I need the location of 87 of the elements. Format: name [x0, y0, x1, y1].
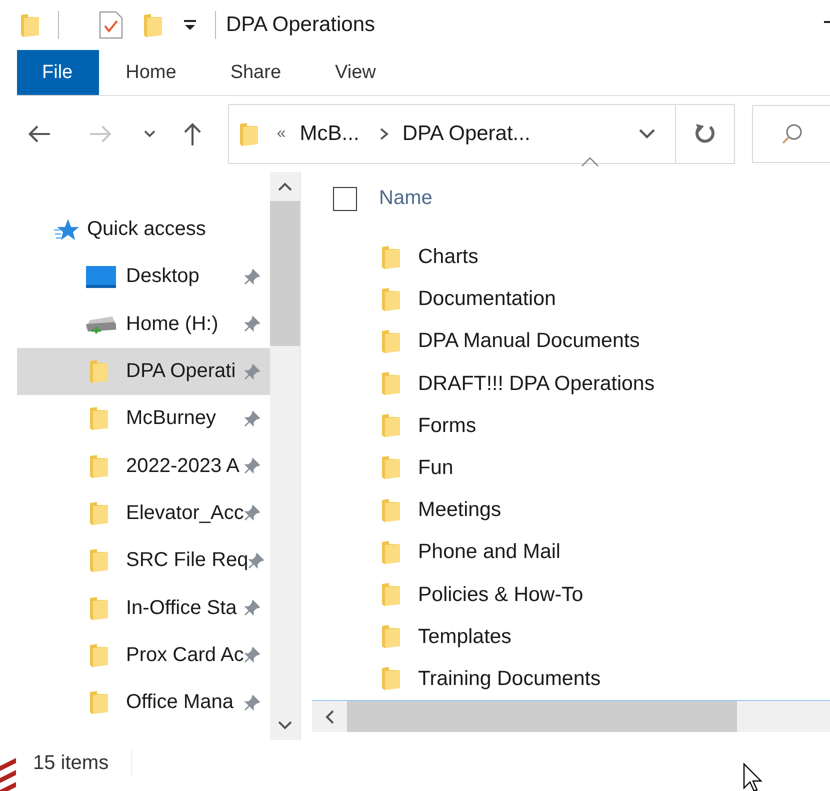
column-header[interactable]: Name — [379, 187, 432, 210]
folder-icon — [89, 500, 109, 526]
search-icon — [781, 123, 804, 145]
folder-icon — [89, 596, 109, 621]
star-icon — [53, 218, 79, 242]
scrollbar-thumb[interactable] — [347, 701, 737, 732]
pin-icon[interactable] — [244, 316, 260, 332]
scroll-left-icon[interactable] — [325, 710, 334, 724]
search-field[interactable] — [752, 105, 830, 163]
refresh-button[interactable] — [676, 104, 736, 164]
folder-icon — [381, 413, 401, 438]
dropdown-icon[interactable] — [183, 18, 197, 32]
pin-icon[interactable] — [244, 694, 260, 711]
desktop-icon — [86, 266, 116, 288]
file-name[interactable]: Meetings — [418, 498, 502, 522]
navigation-item[interactable]: Elevator_Acc — [17, 490, 270, 538]
up-arrow-icon[interactable] — [182, 121, 202, 147]
folder-icon[interactable] — [143, 12, 163, 38]
breadcrumb[interactable]: DPA Operat... — [402, 122, 530, 146]
ribbon-tab[interactable]: Home — [98, 50, 204, 95]
folder-icon — [89, 454, 109, 479]
folder-icon — [381, 666, 401, 692]
network-drive-icon — [86, 314, 116, 334]
pin-icon[interactable] — [244, 505, 260, 522]
chevron-down-icon[interactable] — [144, 130, 156, 138]
navigation-item[interactable]: Prox Card Ac — [17, 632, 270, 679]
folder-icon — [89, 406, 109, 432]
file-name[interactable]: Templates — [418, 624, 512, 649]
forward-arrow-icon[interactable] — [88, 124, 112, 144]
pin-icon[interactable] — [248, 552, 264, 569]
file-name[interactable]: Fun — [418, 456, 454, 480]
pin-icon[interactable] — [244, 600, 260, 616]
select-all-checkbox[interactable] — [333, 186, 357, 211]
navigation-item[interactable]: 2022-2023 A — [17, 442, 270, 490]
file-name[interactable]: Documentation — [418, 287, 556, 312]
pin-icon[interactable] — [244, 410, 260, 427]
folder-icon — [381, 328, 401, 354]
navigation-item[interactable]: Home (H:) — [17, 300, 270, 348]
folder-icon — [381, 540, 401, 565]
folder-icon — [381, 498, 401, 523]
ribbon-tab[interactable]: Share — [203, 50, 308, 95]
file-name[interactable]: Forms — [418, 414, 476, 438]
file-name[interactable]: Policies & How-To — [418, 582, 584, 607]
address-bar[interactable]: « McB... DPA Operat... — [228, 104, 676, 164]
pin-icon[interactable] — [244, 364, 260, 380]
navigation-item[interactable]: Office Mana — [17, 678, 270, 726]
breadcrumb[interactable]: McB... — [300, 122, 360, 146]
window-title: DPA Operations — [226, 13, 376, 37]
file-name[interactable]: Phone and Mail — [418, 540, 560, 564]
folder-icon[interactable] — [20, 12, 40, 38]
folder-icon — [89, 642, 109, 668]
folder-icon — [381, 371, 401, 396]
navigation-item[interactable]: Desktop — [17, 253, 270, 301]
scrollbar-thumb[interactable] — [270, 201, 300, 346]
file-name[interactable]: DPA Manual Documents — [418, 329, 640, 354]
folder-icon — [381, 455, 401, 480]
pin-icon[interactable] — [244, 458, 260, 474]
folder-icon — [238, 122, 259, 146]
overflow-chevrons[interactable]: « — [276, 125, 286, 143]
folder-icon — [89, 548, 109, 574]
navigation-item[interactable]: In-Office Sta — [17, 584, 270, 632]
scroll-up-icon[interactable] — [278, 182, 292, 191]
chevron-right-icon[interactable] — [379, 127, 390, 141]
chevron-down-icon[interactable] — [638, 129, 655, 139]
pin-icon[interactable] — [244, 268, 260, 285]
navigation-item[interactable]: SRC File Req — [17, 537, 270, 584]
pin-icon[interactable] — [244, 647, 260, 664]
back-arrow-icon[interactable] — [27, 124, 52, 144]
folder-icon — [381, 582, 401, 608]
ribbon-tab[interactable]: View — [308, 50, 403, 95]
navigation-item[interactable]: Quick access — [17, 206, 270, 254]
file-menu-button[interactable]: File — [17, 50, 99, 95]
folder-icon — [381, 624, 401, 650]
horizontal-scrollbar[interactable] — [312, 700, 830, 732]
folder-icon — [381, 286, 401, 312]
scroll-down-icon[interactable] — [278, 721, 292, 730]
folder-icon — [381, 244, 401, 270]
item-count: 15 items — [33, 752, 109, 774]
navigation-item[interactable]: McBurney — [17, 395, 270, 442]
file-name[interactable]: DRAFT!!! DPA Operations — [418, 372, 655, 396]
navigation-item[interactable]: DPA Operati — [17, 348, 270, 396]
vertical-scrollbar[interactable] — [270, 172, 300, 740]
properties-icon[interactable] — [99, 11, 123, 39]
folder-icon — [89, 690, 109, 716]
folder-icon — [89, 359, 109, 384]
file-name[interactable]: Charts — [418, 245, 478, 270]
file-name[interactable]: Training Documents — [418, 666, 601, 691]
